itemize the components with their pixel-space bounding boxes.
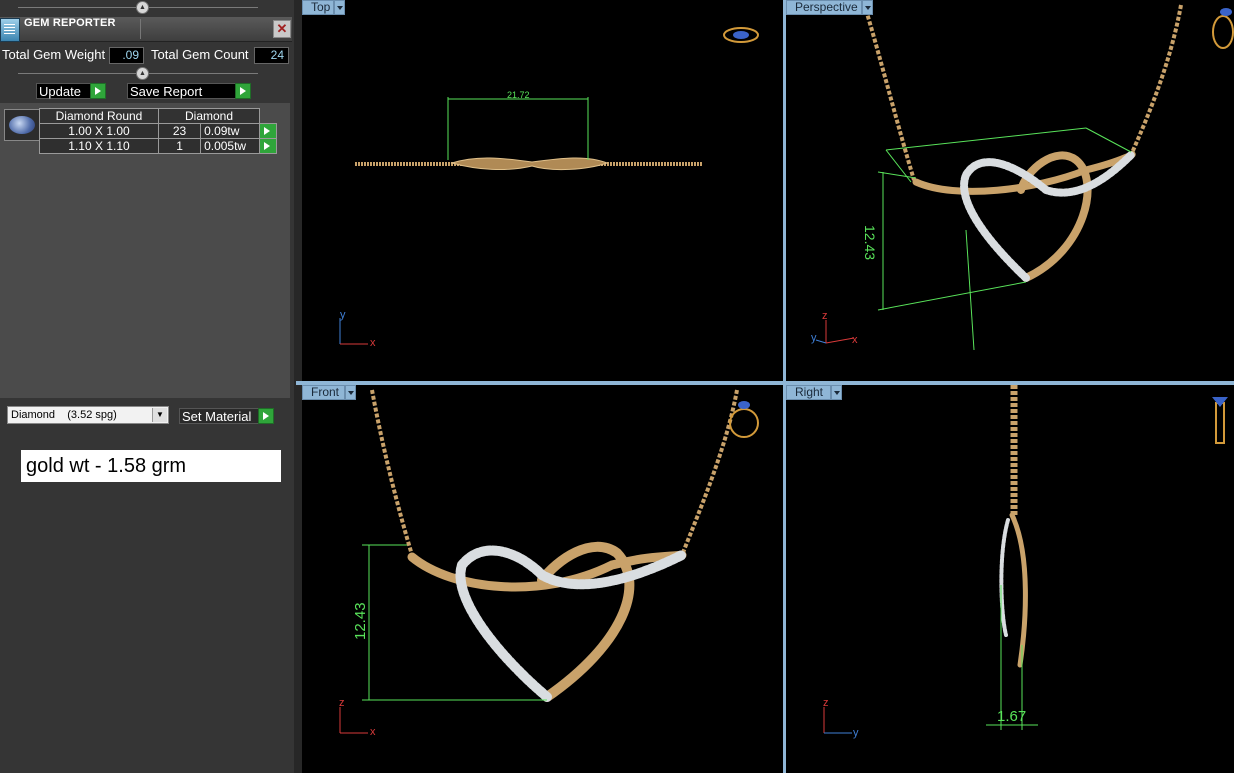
collapse-icon[interactable]: ▲: [136, 1, 149, 14]
viewport-tab-front[interactable]: Front: [302, 385, 356, 400]
ring-icon: [1212, 8, 1234, 49]
gold-weight-note: gold wt - 1.58 grm: [21, 450, 281, 482]
top-view-render: [339, 27, 759, 345]
update-button-label: Update: [39, 84, 81, 99]
gem-thumbnail[interactable]: [4, 109, 40, 141]
round-diamond-icon: [9, 116, 35, 134]
table-row[interactable]: 1.00 X 1.00 23 0.09tw: [39, 123, 277, 139]
perspective-view-render: [815, 4, 1234, 351]
dimension-value: 21.72: [507, 90, 530, 100]
close-icon[interactable]: ✕: [273, 20, 291, 38]
ring-icon: [723, 27, 759, 43]
axis-gizmo: [339, 707, 368, 734]
viewport-label: Front: [311, 385, 340, 399]
panel-viewport-divider[interactable]: [294, 0, 302, 773]
panel-title: GEM REPORTER: [24, 17, 116, 29]
gem-count-cell: 23: [157, 123, 202, 139]
viewport-top[interactable]: 21.72 y x Top: [302, 0, 783, 381]
viewport-divider-horizontal[interactable]: [296, 381, 1234, 385]
axis-gizmo: [339, 318, 368, 345]
axis-x-label: x: [370, 337, 376, 349]
viewport-perspective[interactable]: 12.43 z y x Perspective: [786, 0, 1234, 381]
chevron-down-icon[interactable]: [334, 0, 345, 15]
select-gem-row-icon[interactable]: [259, 138, 277, 154]
total-gem-weight-label: Total Gem Weight: [2, 47, 106, 62]
necklace-chain: [370, 389, 739, 556]
select-gem-row-icon[interactable]: [259, 123, 277, 139]
total-gem-weight-field[interactable]: .09: [109, 47, 144, 64]
viewport-tab-top[interactable]: Top: [302, 0, 345, 15]
ring-icon: [1212, 397, 1228, 444]
axis-x-label: x: [852, 334, 858, 346]
viewport-label: Perspective: [795, 0, 858, 14]
axis-z-label: z: [339, 697, 345, 709]
update-button[interactable]: Update: [36, 83, 91, 99]
panel-titlebar: GEM REPORTER ✕: [0, 17, 292, 42]
axis-y-label: y: [340, 309, 346, 321]
total-gem-count-label: Total Gem Count: [151, 47, 249, 62]
heart-pendant-side: [999, 512, 1028, 668]
titlebar-divider: [140, 19, 141, 39]
viewport-tab-right[interactable]: Right: [786, 385, 842, 400]
save-report-button[interactable]: Save Report: [127, 83, 237, 99]
axis-gizmo: [815, 320, 855, 344]
axis-y-label: y: [811, 332, 817, 344]
chevron-down-icon[interactable]: [862, 0, 873, 15]
gem-table-header: Diamond Round Diamond: [39, 108, 277, 124]
collapse-icon[interactable]: ▲: [136, 67, 149, 80]
dimension-line: [447, 97, 589, 160]
front-view-render: [339, 389, 759, 734]
viewport-tab-perspective[interactable]: Perspective: [786, 0, 873, 15]
material-select-value: Diamond (3.52 spg): [11, 409, 117, 421]
gem-size-cell: 1.00 X 1.00: [39, 123, 159, 139]
viewport-divider-vertical[interactable]: [783, 0, 786, 773]
set-material-button[interactable]: Set Material: [179, 408, 260, 424]
material-select[interactable]: Diamond (3.52 spg) ▼: [7, 406, 169, 424]
dimension-value: 12.43: [862, 225, 878, 261]
axis-y-label: y: [853, 727, 859, 739]
total-gem-count-field[interactable]: 24: [254, 47, 289, 64]
ring-icon: [729, 401, 759, 438]
gem-count-cell: 1: [157, 138, 202, 154]
axis-x-label: x: [370, 726, 376, 738]
heart-pendant-top: [450, 157, 609, 171]
save-report-run-icon[interactable]: [235, 83, 251, 99]
gem-size-cell: 1.10 X 1.10: [39, 138, 159, 154]
heart-pendant: [912, 150, 1136, 282]
gem-reporter-panel: ▲ GEM REPORTER ✕ Total Gem Weight .09 To…: [0, 0, 294, 773]
gem-type-header: Diamond: [158, 108, 260, 124]
axis-z-label: z: [823, 697, 829, 709]
chevron-down-icon[interactable]: [345, 385, 356, 400]
viewport-right[interactable]: 1.67 z y Right: [786, 385, 1234, 773]
gem-table: Diamond Round Diamond 1.00 X 1.00 23 0.0…: [39, 108, 277, 154]
update-run-icon[interactable]: [90, 83, 106, 99]
dimension-value: 12.43: [352, 602, 369, 640]
chevron-down-icon[interactable]: ▼: [152, 408, 167, 422]
dimension-value: 1.67: [997, 708, 1027, 725]
chevron-down-icon[interactable]: [831, 385, 842, 400]
set-material-run-icon[interactable]: [258, 408, 274, 424]
gem-weight-cell: 0.09tw: [200, 123, 260, 139]
heart-pendant: [407, 541, 687, 702]
axis-z-label: z: [822, 310, 828, 322]
viewport-label: Top: [311, 0, 331, 14]
panel-splitter-middle[interactable]: ▲: [18, 67, 258, 80]
gem-reporter-icon: [0, 18, 20, 42]
viewport-front[interactable]: 12.43 z x Front: [302, 385, 783, 773]
save-report-button-label: Save Report: [130, 84, 203, 99]
set-material-button-label: Set Material: [182, 409, 252, 424]
panel-splitter-top[interactable]: ▲: [18, 1, 258, 14]
gem-weight-cell: 0.005tw: [200, 138, 260, 154]
gem-shape-header: Diamond Round: [39, 108, 159, 124]
axis-gizmo: [823, 707, 852, 734]
viewport-label: Right: [795, 385, 824, 399]
table-row[interactable]: 1.10 X 1.10 1 0.005tw: [39, 138, 277, 154]
